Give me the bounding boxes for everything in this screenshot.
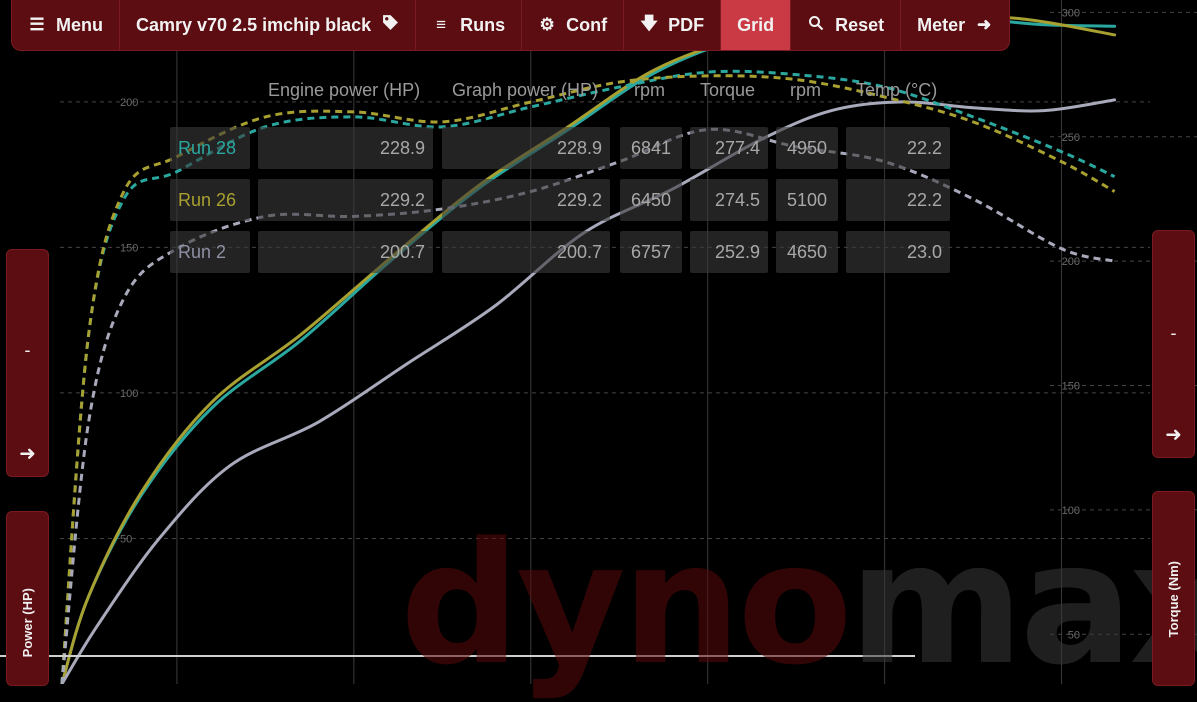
top-toolbar: ☰ Menu Camry v70 2.5 imchip black ≡ Runs… bbox=[11, 0, 1011, 51]
graph-power-value: 200.7 bbox=[442, 231, 610, 273]
arrow-right-icon[interactable]: ➜ bbox=[19, 441, 36, 466]
header-temp: Temp (°C) bbox=[856, 80, 938, 100]
conf-button[interactable]: ⚙ Conf bbox=[522, 0, 625, 50]
reset-label: Reset bbox=[835, 14, 885, 35]
download-arrow-icon: 🡇 bbox=[640, 13, 658, 33]
grid-label: Grid bbox=[737, 14, 775, 35]
right-axis-label-tab[interactable]: Torque (Nm) bbox=[1152, 491, 1195, 686]
right-tick-label: 50 bbox=[1068, 629, 1080, 641]
rpm-value: 4650 bbox=[776, 231, 838, 273]
torque-value: 274.5 bbox=[690, 179, 768, 221]
left-tick-label: 150 bbox=[120, 242, 138, 254]
run-name[interactable]: Run 2 bbox=[170, 231, 250, 273]
graph-power-value: 229.2 bbox=[442, 179, 610, 221]
runs-button[interactable]: ≡ Runs bbox=[416, 0, 523, 50]
header-rpm-power: rpm bbox=[634, 80, 665, 100]
search-icon bbox=[807, 15, 825, 36]
rpm-value: 6757 bbox=[620, 231, 682, 273]
runs-label: Runs bbox=[460, 14, 506, 35]
run-name[interactable]: Run 28 bbox=[170, 127, 250, 169]
engine-power-value: 200.7 bbox=[258, 231, 433, 273]
menu-label: Menu bbox=[56, 14, 103, 35]
list-icon: ≡ bbox=[436, 15, 447, 34]
dyno-chart: 50 100 150 200 50 100 150 200 250 300 bbox=[0, 0, 1197, 684]
left-axis-label-tab[interactable]: Power (HP) bbox=[6, 511, 49, 686]
profile-label: Camry v70 2.5 imchip black bbox=[136, 14, 372, 35]
left-axis-control[interactable]: - ➜ bbox=[6, 249, 49, 477]
header-graph-power: Graph power (HP) bbox=[452, 80, 599, 100]
right-tick-label: 100 bbox=[1062, 505, 1080, 517]
minus-icon[interactable]: - bbox=[25, 340, 31, 361]
graph-power-value: 228.9 bbox=[442, 127, 610, 169]
temp-value: 22.2 bbox=[846, 127, 950, 169]
temp-value: 22.2 bbox=[846, 179, 950, 221]
rpm-value: 6841 bbox=[620, 127, 682, 169]
right-tick-label: 200 bbox=[1062, 256, 1080, 268]
hamburger-icon: ☰ bbox=[29, 15, 45, 34]
left-tick-label: 200 bbox=[120, 97, 138, 109]
meter-label: Meter bbox=[917, 14, 966, 35]
profile-button[interactable]: Camry v70 2.5 imchip black bbox=[120, 0, 417, 50]
header-torque: Torque bbox=[700, 80, 756, 100]
header-engine-power: Engine power (HP) bbox=[268, 80, 421, 100]
minus-icon[interactable]: - bbox=[1171, 323, 1177, 344]
right-axis-control[interactable]: - ➜ bbox=[1152, 230, 1195, 458]
grid-button[interactable]: Grid bbox=[721, 0, 792, 50]
right-tick-label: 300 bbox=[1062, 7, 1080, 19]
gear-icon: ⚙ bbox=[539, 15, 555, 34]
chart-grid bbox=[60, 0, 1197, 684]
right-tick-label: 150 bbox=[1062, 381, 1080, 393]
temp-value: 23.0 bbox=[846, 231, 950, 273]
power-curve-run-28 bbox=[60, 16, 1117, 684]
tag-icon bbox=[381, 14, 399, 36]
chart-series bbox=[0, 15, 1117, 684]
rpm-value: 6450 bbox=[620, 179, 682, 221]
rpm-value: 4950 bbox=[776, 127, 838, 169]
left-tick-label: 100 bbox=[120, 388, 138, 400]
pdf-button[interactable]: 🡇 PDF bbox=[624, 0, 722, 50]
torque-value: 252.9 bbox=[690, 231, 768, 273]
torque-value: 277.4 bbox=[690, 127, 768, 169]
left-tick-label: 50 bbox=[120, 533, 132, 545]
arrow-right-icon[interactable]: ➜ bbox=[1165, 422, 1182, 447]
engine-power-value: 229.2 bbox=[258, 179, 433, 221]
menu-button[interactable]: ☰ Menu bbox=[12, 0, 120, 50]
arrow-right-icon: ➜ bbox=[977, 15, 992, 34]
conf-label: Conf bbox=[566, 14, 608, 35]
reset-button[interactable]: Reset bbox=[791, 0, 902, 50]
torque-axis-label: Torque (Nm) bbox=[1166, 560, 1181, 637]
power-axis-label: Power (HP) bbox=[20, 587, 35, 657]
engine-power-value: 228.9 bbox=[258, 127, 433, 169]
rpm-value: 5100 bbox=[776, 179, 838, 221]
meter-button[interactable]: Meter ➜ bbox=[901, 0, 1009, 50]
pdf-label: PDF bbox=[668, 14, 705, 35]
right-tick-label: 250 bbox=[1062, 132, 1080, 144]
run-name[interactable]: Run 26 bbox=[170, 179, 250, 221]
header-rpm-torque: rpm bbox=[790, 80, 821, 100]
